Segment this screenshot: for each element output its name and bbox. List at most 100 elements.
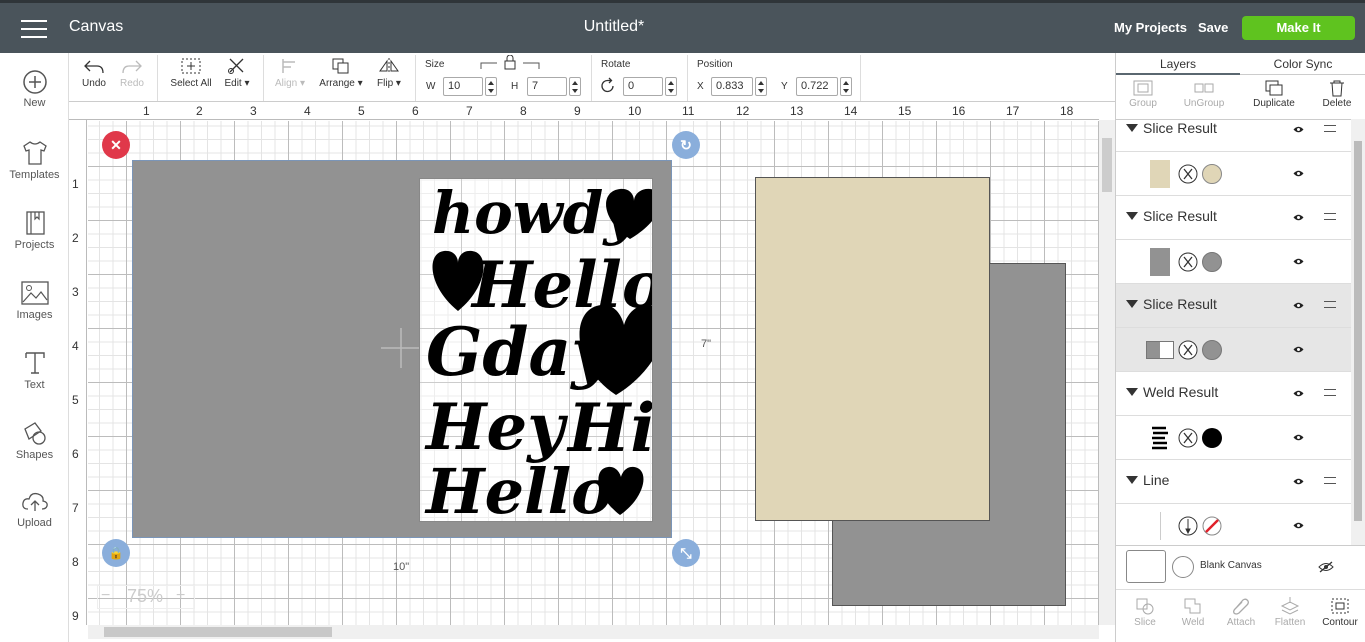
contour-button[interactable]: Contour [1316,596,1364,628]
blank-canvas-color-swatch[interactable] [1172,556,1194,578]
drag-handle-icon[interactable] [1324,125,1336,132]
drag-handle-icon[interactable] [1324,477,1336,484]
layer-group[interactable]: Slice Result [1116,284,1351,328]
layer-item[interactable] [1116,416,1351,460]
ruler-tick: 11 [682,104,695,118]
layer-color-swatch[interactable] [1202,164,1222,184]
weld-button[interactable]: Weld [1170,596,1216,628]
tab-color-sync[interactable]: Color Sync [1240,53,1365,75]
layer-item[interactable] [1116,328,1351,372]
expand-caret-icon[interactable] [1126,476,1138,484]
make-it-button[interactable]: Make It [1242,16,1355,40]
eye-icon[interactable] [1293,213,1304,222]
delete-button[interactable]: Delete [1316,79,1358,109]
layer-group[interactable]: Slice Result [1116,120,1351,152]
horizontal-scrollbar[interactable] [88,625,1099,639]
eye-icon[interactable] [1293,477,1304,486]
horizontal-scroll-thumb[interactable] [104,627,332,637]
eye-icon[interactable] [1293,521,1304,530]
x-position-input[interactable]: 0.833 [711,77,753,96]
select-all-button[interactable]: Select All [167,57,215,89]
drag-handle-icon[interactable] [1324,301,1336,308]
zoom-out-button[interactable]: − [101,587,110,605]
blank-canvas-preview[interactable] [1126,550,1166,583]
layer-color-swatch[interactable] [1202,340,1222,360]
upload-button[interactable]: Upload [0,483,69,547]
width-input[interactable]: 10 [443,77,483,96]
y-position-input[interactable]: 0.722 [796,77,838,96]
design-canvas[interactable]: 1 2 3 4 5 6 7 8 9 10 11 12 13 14 15 16 1… [69,102,1115,642]
group-button[interactable]: Group [1124,79,1162,109]
x-position-stepper[interactable] [755,77,767,96]
layer-group[interactable]: Weld Result [1116,372,1351,416]
ungroup-button[interactable]: UnGroup [1176,79,1232,109]
align-button[interactable]: Align ▾ [269,57,311,89]
expand-caret-icon[interactable] [1126,388,1138,396]
tan-rectangle-shape[interactable] [755,177,990,521]
height-input[interactable]: 7 [527,77,567,96]
slice-button[interactable]: Slice [1122,596,1168,628]
cut-operation-icon[interactable] [1178,252,1198,272]
layer-item[interactable] [1116,504,1351,545]
expand-caret-icon[interactable] [1126,124,1138,132]
eye-icon[interactable] [1293,345,1304,354]
rotate-stepper[interactable] [665,77,677,96]
tab-layers[interactable]: Layers [1116,53,1240,75]
edit-button[interactable]: Edit ▾ [221,57,253,89]
select-all-icon [181,58,201,74]
expand-caret-icon[interactable] [1126,300,1138,308]
drag-handle-icon[interactable] [1324,389,1336,396]
zoom-in-button[interactable]: + [176,587,185,605]
width-stepper[interactable] [485,77,497,96]
vertical-scroll-thumb[interactable] [1102,138,1112,192]
undo-button[interactable]: Undo [81,57,107,89]
templates-button[interactable]: Templates [0,133,69,197]
blank-canvas-row[interactable]: Blank Canvas [1116,545,1365,589]
save-link[interactable]: Save [1198,20,1228,35]
no-color-swatch[interactable] [1202,516,1222,536]
vertical-scrollbar[interactable] [1099,120,1115,625]
projects-button[interactable]: Projects [0,203,69,267]
resize-handle-icon[interactable]: ⤡ [672,539,700,567]
drag-handle-icon[interactable] [1324,213,1336,220]
new-button[interactable]: New [0,63,69,127]
eye-icon[interactable] [1293,433,1304,442]
layer-color-swatch[interactable] [1202,252,1222,272]
eye-icon[interactable] [1293,389,1304,398]
arrange-button[interactable]: Arrange ▾ [315,57,367,89]
my-projects-link[interactable]: My Projects [1114,20,1187,35]
hidden-eye-icon[interactable] [1318,561,1334,573]
rotate-input[interactable]: 0 [623,77,663,96]
lock-handle-icon[interactable]: 🔒 [102,539,130,567]
cut-operation-icon[interactable] [1178,340,1198,360]
pen-operation-icon[interactable] [1178,516,1198,536]
flatten-button[interactable]: Flatten [1266,596,1314,628]
duplicate-button[interactable]: Duplicate [1246,79,1302,109]
layers-scroll-thumb[interactable] [1354,141,1362,521]
eye-icon[interactable] [1293,257,1304,266]
lock-proportions-icon[interactable] [479,55,541,71]
hello-words-design[interactable]: howdy Hello Gday Hey Hi Hello [419,178,653,522]
shapes-button[interactable]: Shapes [0,413,69,477]
images-button[interactable]: Images [0,273,69,337]
eye-icon[interactable] [1293,169,1304,178]
attach-button[interactable]: Attach [1218,596,1264,628]
height-stepper[interactable] [569,77,581,96]
text-button[interactable]: Text [0,343,69,407]
layer-item[interactable] [1116,240,1351,284]
cut-operation-icon[interactable] [1178,428,1198,448]
eye-icon[interactable] [1293,125,1304,134]
cut-operation-icon[interactable] [1178,164,1198,184]
y-position-stepper[interactable] [840,77,852,96]
expand-caret-icon[interactable] [1126,212,1138,220]
layer-group[interactable]: Slice Result [1116,196,1351,240]
layers-scrollbar[interactable] [1351,119,1365,545]
delete-handle-icon[interactable]: ✕ [102,131,130,159]
layer-group[interactable]: Line [1116,460,1351,504]
eye-icon[interactable] [1293,301,1304,310]
layer-color-swatch[interactable] [1202,428,1222,448]
layer-item[interactable] [1116,152,1351,196]
rotate-handle-icon[interactable]: ↻ [672,131,700,159]
redo-button[interactable]: Redo [119,57,145,89]
flip-button[interactable]: Flip ▾ [373,57,405,89]
